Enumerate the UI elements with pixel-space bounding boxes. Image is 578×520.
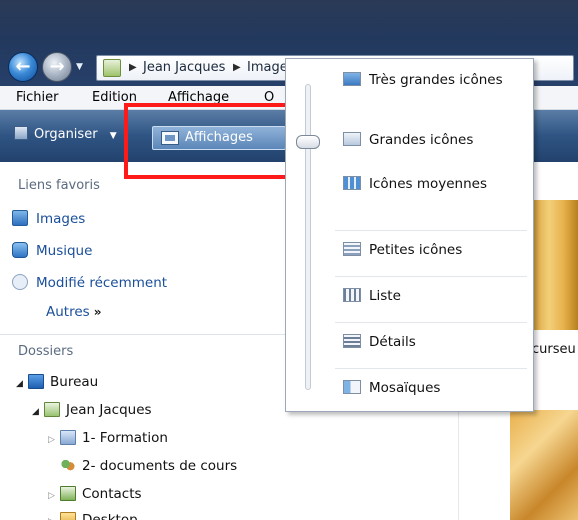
recent-pages-chevron-icon[interactable]: ▼ (76, 62, 86, 72)
menu-separator (335, 322, 527, 323)
view-list[interactable]: Liste (343, 288, 401, 308)
view-label: Icônes moyennes (369, 176, 488, 192)
tree-label: Contacts (82, 486, 142, 502)
titlebar-gloss (0, 0, 578, 38)
folder-icon (60, 512, 76, 520)
menu-separator (335, 230, 527, 231)
tree-item-bureau[interactable]: ◢ Bureau (16, 374, 98, 394)
large-icons-icon (343, 132, 361, 146)
menu-fichier[interactable]: Fichier (16, 90, 59, 105)
tree-label: Bureau (50, 374, 99, 390)
organize-icon (14, 126, 28, 140)
more-label: Autres (46, 304, 90, 320)
view-label: Mosaïques (369, 380, 441, 396)
view-small-icons[interactable]: Petites icônes (343, 242, 462, 262)
view-size-slider[interactable] (305, 84, 311, 390)
view-label: Petites icônes (369, 242, 463, 258)
view-large-icons[interactable]: Grandes icônes (343, 132, 473, 152)
breadcrumb-separator-icon[interactable]: ▶ (233, 62, 241, 73)
expand-closed-icon[interactable]: ▷ (48, 491, 60, 501)
double-chevron-icon: » (93, 305, 102, 319)
tree-label: 2- documents de cours (82, 458, 238, 474)
file-label-partial[interactable]: curseu (532, 342, 576, 357)
favorite-musique[interactable]: Musique (12, 242, 92, 262)
view-label: Grandes icônes (369, 132, 474, 148)
highlight-box (124, 103, 292, 179)
user-folder-icon (44, 402, 60, 417)
slider-thumb[interactable] (296, 135, 320, 149)
desktop-icon (28, 374, 44, 389)
forward-button[interactable]: → (42, 52, 72, 82)
organiser-button[interactable]: Organiser ▼ (14, 126, 117, 148)
shared-folder-icon (60, 458, 76, 473)
favorite-recent[interactable]: Modifié récemment (12, 274, 167, 294)
view-tiles[interactable]: Mosaïques (343, 380, 440, 400)
folder-thumbnail[interactable] (530, 200, 578, 330)
tree-item-documents-de-cours[interactable]: 2- documents de cours (60, 458, 237, 478)
tree-label: Jean Jacques (66, 402, 152, 418)
favorite-label: Musique (36, 243, 93, 259)
expand-open-icon[interactable]: ◢ (16, 379, 28, 389)
chevron-down-icon: ▼ (109, 131, 117, 141)
view-menu (285, 58, 534, 412)
tree-label: 1- Formation (82, 430, 168, 446)
view-extra-large-icons[interactable]: Très grandes icônes (343, 72, 503, 92)
back-button[interactable]: ← (8, 52, 38, 82)
music-icon (12, 242, 28, 258)
organiser-label: Organiser (34, 127, 98, 142)
folders-heading[interactable]: Dossiers (18, 344, 73, 359)
tree-item-contacts[interactable]: ▷ Contacts (48, 486, 142, 506)
tree-label: Desktop (82, 512, 138, 520)
view-details[interactable]: Détails (343, 334, 416, 354)
view-label: Liste (369, 288, 401, 304)
menu-separator (335, 368, 527, 369)
folder-thumbnail[interactable] (510, 410, 578, 520)
contacts-icon (60, 486, 76, 501)
tree-item-formation[interactable]: ▷ 1- Formation (48, 430, 168, 450)
tree-item-jean-jacques[interactable]: ◢ Jean Jacques (32, 402, 152, 422)
extra-large-icons-icon (343, 72, 361, 86)
pictures-icon (12, 210, 28, 226)
details-icon (343, 334, 361, 348)
view-label: Détails (369, 334, 416, 350)
breadcrumb-separator-icon[interactable]: ▶ (129, 62, 137, 73)
arrow-left-icon: ← (15, 56, 31, 77)
folder-icon (60, 430, 76, 445)
view-label: Très grandes icônes (369, 72, 503, 88)
favorites-heading: Liens favoris (18, 178, 100, 193)
arrow-right-icon: → (49, 56, 65, 77)
favorite-label: Images (36, 211, 86, 227)
medium-icons-icon (343, 176, 361, 190)
expand-closed-icon[interactable]: ▷ (48, 435, 60, 445)
expand-open-icon[interactable]: ◢ (32, 407, 44, 417)
folder-location-icon (103, 59, 121, 77)
list-icon (343, 288, 361, 302)
recent-icon (12, 274, 28, 290)
favorite-images[interactable]: Images (12, 210, 85, 230)
tree-item-desktop[interactable]: ▷Desktop (48, 512, 138, 520)
favorite-label: Modifié récemment (36, 275, 168, 291)
menu-separator (335, 276, 527, 277)
view-medium-icons[interactable]: Icônes moyennes (343, 176, 487, 196)
small-icons-icon (343, 242, 361, 256)
tiles-icon (343, 380, 361, 394)
breadcrumb-jean-jacques[interactable]: Jean Jacques (143, 60, 225, 75)
more-links[interactable]: Autres» (46, 304, 101, 320)
